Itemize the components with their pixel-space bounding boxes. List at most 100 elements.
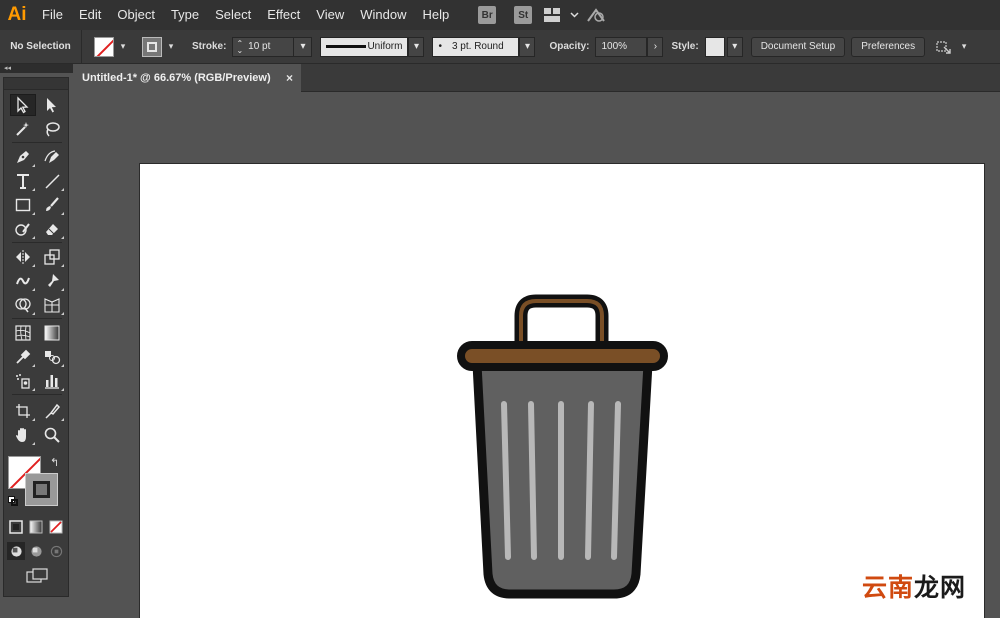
toolbar-separator <box>12 142 62 143</box>
line-segment-tool-icon[interactable] <box>39 170 65 192</box>
panel-collapse-bar[interactable]: ◂◂ <box>0 64 73 73</box>
direct-selection-tool-icon[interactable] <box>39 94 65 116</box>
menu-bar: Ai File Edit Object Type Select Effect V… <box>0 0 1000 30</box>
none-mode-icon[interactable] <box>47 518 65 536</box>
arrange-objects-icon[interactable] <box>933 37 955 57</box>
document-setup-button[interactable]: Document Setup <box>750 36 846 57</box>
chevron-down-icon[interactable]: ▾ <box>519 36 536 57</box>
eraser-tool-icon[interactable] <box>39 218 65 240</box>
scale-tool-icon[interactable] <box>39 246 65 268</box>
curvature-tool-icon[interactable] <box>39 146 65 168</box>
opacity-label[interactable]: Opacity: <box>549 41 589 52</box>
menu-edit[interactable]: Edit <box>71 0 109 30</box>
eyedropper-tool-icon[interactable] <box>10 346 36 368</box>
trash-can-artwork[interactable] <box>140 164 986 618</box>
menu-object[interactable]: Object <box>109 0 163 30</box>
draw-inside-icon[interactable] <box>47 542 65 560</box>
document-tab-bar: Untitled-1* @ 66.67% (RGB/Preview) × <box>73 64 1000 92</box>
fill-stroke-widget: ↰ <box>4 454 68 518</box>
chevron-down-icon[interactable]: ▾ <box>408 36 425 57</box>
stroke-weight-value: 10 pt <box>248 41 271 52</box>
gradient-tool-icon[interactable] <box>39 322 65 344</box>
stroke-swatch-large[interactable] <box>25 473 58 506</box>
profile-value: Uniform <box>367 41 403 52</box>
chevron-right-icon[interactable]: › <box>647 36 664 57</box>
app-logo: Ai <box>7 4 27 25</box>
control-bar: No Selection ▾ ▾ Stroke: ⌃ ⌄ 10 pt ▾ Unif… <box>0 29 1000 64</box>
lasso-tool-icon[interactable] <box>39 118 65 140</box>
selection-tool-icon[interactable] <box>10 94 36 116</box>
brush-definition[interactable]: • 3 pt. Round <box>432 36 520 57</box>
trash-stripe <box>528 401 537 560</box>
gradient-mode-icon[interactable] <box>27 518 45 536</box>
artboard-tool-icon[interactable] <box>10 400 36 422</box>
menu-window[interactable]: Window <box>352 0 414 30</box>
color-mode-icon[interactable] <box>7 518 25 536</box>
blend-tool-icon[interactable] <box>39 346 65 368</box>
magic-wand-tool-icon[interactable] <box>10 118 36 140</box>
menu-view[interactable]: View <box>308 0 352 30</box>
warp-tool-icon[interactable] <box>10 270 36 292</box>
paintbrush-tool-icon[interactable] <box>39 194 65 216</box>
graphic-style-swatch[interactable] <box>704 36 725 57</box>
panel-grip[interactable] <box>4 78 68 90</box>
trash-stripe <box>585 401 594 560</box>
chevron-down-icon[interactable]: ▾ <box>164 37 178 57</box>
chevron-down-icon[interactable]: ▾ <box>957 37 971 57</box>
symbol-sprayer-tool-icon[interactable] <box>10 370 36 392</box>
fill-swatch[interactable] <box>94 36 114 57</box>
document-tab[interactable]: Untitled-1* @ 66.67% (RGB/Preview) × <box>73 64 301 92</box>
swap-arrows-icon[interactable]: ↰ <box>50 456 59 469</box>
menu-file[interactable]: File <box>34 0 71 30</box>
illustrator-window: Ai File Edit Object Type Select Effect V… <box>0 0 1000 618</box>
stroke-swatch[interactable] <box>142 36 162 57</box>
preferences-button[interactable]: Preferences <box>851 36 926 57</box>
rectangle-tool-icon[interactable] <box>10 194 36 216</box>
draw-normal-icon[interactable] <box>7 542 25 560</box>
stock-button[interactable]: St <box>514 6 533 24</box>
menu-help[interactable]: Help <box>414 0 457 30</box>
tools-panel: ↰ <box>3 77 69 597</box>
canvas[interactable]: 云南龙网 <box>73 92 1000 618</box>
trash-lid-handle <box>514 294 609 350</box>
document-tab-title: Untitled-1* @ 66.67% (RGB/Preview) <box>82 72 271 84</box>
brush-dot-icon: • <box>438 41 442 52</box>
screen-mode-icon[interactable] <box>24 566 50 586</box>
column-graph-tool-icon[interactable] <box>39 370 65 392</box>
trash-lid <box>457 341 668 371</box>
variable-width-profile[interactable]: Uniform <box>320 36 409 57</box>
watermark-part2: 龙网 <box>913 573 966 602</box>
bridge-button[interactable]: Br <box>478 6 497 24</box>
default-fill-stroke-icon[interactable] <box>8 496 18 506</box>
hand-tool-icon[interactable] <box>10 424 36 446</box>
chevron-down-icon[interactable]: ▾ <box>116 37 130 57</box>
toolbar-separator <box>12 394 62 395</box>
selection-indicator: No Selection <box>0 29 82 64</box>
chevron-down-icon[interactable]: ▾ <box>294 36 313 57</box>
stroke-label[interactable]: Stroke: <box>192 41 226 52</box>
shaper-tool-icon[interactable] <box>10 218 36 240</box>
stroke-weight-field[interactable]: ⌃ ⌄ 10 pt <box>232 36 295 57</box>
shape-builder-tool-icon[interactable] <box>10 294 36 316</box>
reflect-tool-icon[interactable] <box>10 246 36 268</box>
menu-select[interactable]: Select <box>207 0 259 30</box>
slice-tool-icon[interactable] <box>39 400 65 422</box>
draw-behind-icon[interactable] <box>27 542 45 560</box>
pen-tool-icon[interactable] <box>10 146 36 168</box>
chevron-down-icon[interactable] <box>563 0 585 30</box>
arrange-documents-icon[interactable] <box>541 0 563 30</box>
menu-type[interactable]: Type <box>163 0 207 30</box>
artboard[interactable] <box>139 163 985 618</box>
mesh-tool-icon[interactable] <box>10 322 36 344</box>
stroke-line-icon <box>326 45 367 48</box>
spinner-icon[interactable]: ⌃ ⌄ <box>236 39 243 54</box>
free-transform-tool-icon[interactable] <box>39 270 65 292</box>
type-tool-icon[interactable] <box>10 170 36 192</box>
zoom-tool-icon[interactable] <box>39 424 65 446</box>
close-icon[interactable]: × <box>286 71 293 85</box>
perspective-grid-tool-icon[interactable] <box>39 294 65 316</box>
gpu-performance-icon[interactable] <box>585 0 607 30</box>
chevron-down-icon[interactable]: ▾ <box>726 36 743 57</box>
menu-effect[interactable]: Effect <box>259 0 308 30</box>
opacity-field[interactable]: 100% <box>595 36 648 57</box>
